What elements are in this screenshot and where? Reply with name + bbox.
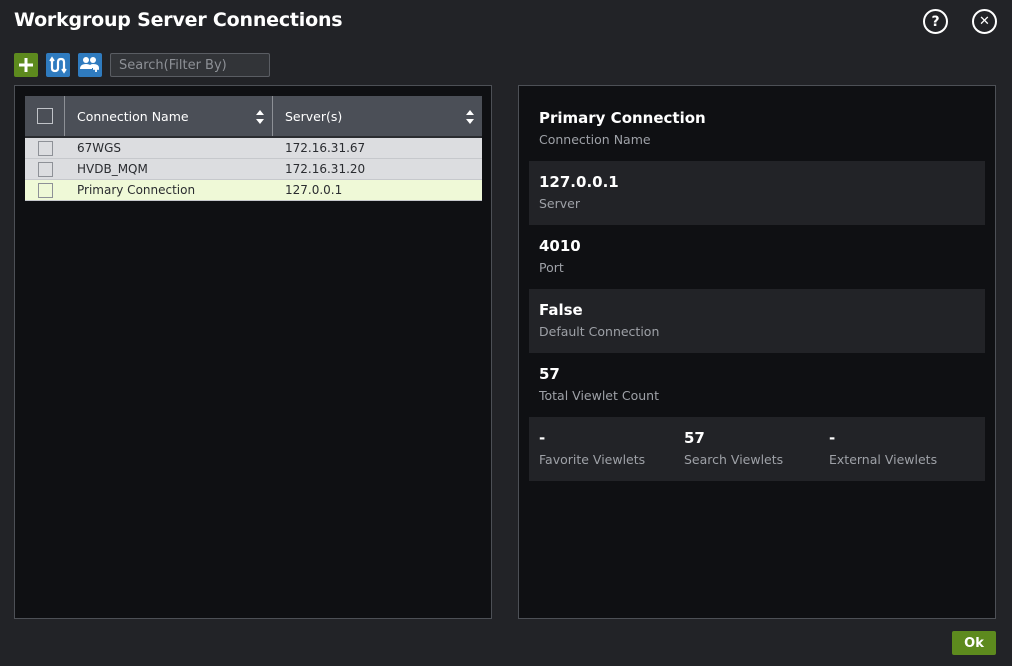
- search-input[interactable]: [110, 53, 270, 77]
- toolbar: [14, 53, 270, 77]
- window-title: Workgroup Server Connections: [14, 9, 343, 31]
- column-header-servers[interactable]: Server(s): [273, 96, 482, 136]
- table-row[interactable]: 67WGS 172.16.31.67: [25, 138, 482, 159]
- close-button[interactable]: ✕: [972, 9, 997, 34]
- row-checkbox[interactable]: [37, 182, 53, 198]
- sort-icon: [256, 110, 265, 124]
- detail-external-viewlets: - External Viewlets: [829, 429, 974, 481]
- connect-button[interactable]: [46, 53, 70, 77]
- column-label: Connection Name: [77, 108, 189, 124]
- detail-label: Total Viewlet Count: [539, 388, 659, 403]
- column-header-connection-name[interactable]: Connection Name: [65, 96, 273, 136]
- column-label: Server(s): [285, 108, 343, 124]
- row-connection-name: HVDB_MQM: [77, 162, 148, 176]
- detail-value: -: [539, 429, 546, 447]
- table-row-selected[interactable]: Primary Connection 127.0.0.1: [25, 180, 482, 201]
- detail-value: 57: [684, 429, 705, 447]
- detail-label: Server: [539, 196, 580, 211]
- row-server: 172.16.31.20: [285, 162, 366, 176]
- detail-total-viewlet-count: 57 Total Viewlet Count: [529, 353, 985, 417]
- detail-search-viewlets: 57 Search Viewlets: [684, 429, 829, 481]
- manage-users-button[interactable]: [78, 53, 102, 77]
- details-panel: Primary Connection Connection Name 127.0…: [518, 85, 996, 619]
- detail-value: 127.0.0.1: [539, 173, 619, 191]
- detail-value: 4010: [539, 237, 581, 255]
- detail-value: False: [539, 301, 583, 319]
- row-checkbox[interactable]: [37, 161, 53, 177]
- connections-table: Connection Name Server(s) 67WGS 172.16.3…: [25, 96, 482, 201]
- detail-connection-name: Primary Connection Connection Name: [529, 97, 985, 161]
- table-header: Connection Name Server(s): [25, 96, 482, 138]
- row-server: 172.16.31.67: [285, 141, 366, 155]
- row-connection-name: Primary Connection: [77, 183, 196, 197]
- close-icon: ✕: [979, 14, 990, 29]
- row-check-cell: [25, 140, 65, 156]
- help-button[interactable]: ?: [923, 9, 948, 34]
- row-connection-name: 67WGS: [77, 141, 122, 155]
- detail-viewlet-breakdown: - Favorite Viewlets 57 Search Viewlets -…: [529, 417, 985, 481]
- row-check-cell: [25, 182, 65, 198]
- detail-label: Default Connection: [539, 324, 660, 339]
- detail-value: -: [829, 429, 836, 447]
- detail-label: Port: [539, 260, 564, 275]
- row-check-cell: [25, 161, 65, 177]
- question-icon: ?: [931, 13, 940, 30]
- row-server: 127.0.0.1: [285, 183, 343, 197]
- sort-icon: [466, 110, 475, 124]
- select-all-checkbox[interactable]: [36, 108, 53, 124]
- detail-default-connection: False Default Connection: [529, 289, 985, 353]
- detail-label: Favorite Viewlets: [539, 452, 646, 467]
- detail-value: Primary Connection: [539, 109, 706, 127]
- detail-server: 127.0.0.1 Server: [529, 161, 985, 225]
- connection-icon: [49, 56, 67, 74]
- users-add-icon: [80, 57, 99, 72]
- detail-label: Connection Name: [539, 132, 651, 147]
- add-connection-button[interactable]: [14, 53, 38, 77]
- table-row[interactable]: HVDB_MQM 172.16.31.20: [25, 159, 482, 180]
- detail-label: External Viewlets: [829, 452, 938, 467]
- plus-icon: [19, 58, 33, 72]
- detail-port: 4010 Port: [529, 225, 985, 289]
- ok-button[interactable]: Ok: [952, 631, 996, 655]
- detail-favorite-viewlets: - Favorite Viewlets: [539, 429, 684, 481]
- connections-panel: Connection Name Server(s) 67WGS 172.16.3…: [14, 85, 492, 619]
- row-checkbox[interactable]: [37, 140, 53, 156]
- header-check-cell: [25, 96, 65, 136]
- detail-value: 57: [539, 365, 560, 383]
- detail-label: Search Viewlets: [684, 452, 784, 467]
